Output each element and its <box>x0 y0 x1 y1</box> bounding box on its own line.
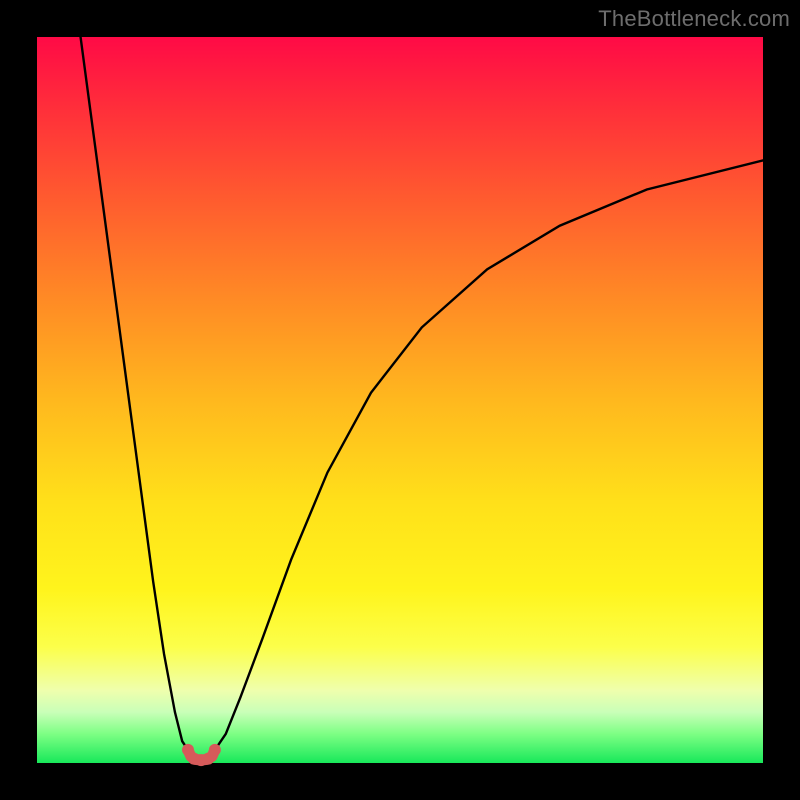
plot-area <box>37 37 763 763</box>
curve-right-arm <box>215 160 763 750</box>
curve-markers <box>182 744 221 766</box>
curve-left-arm <box>81 37 188 750</box>
curve-svg <box>37 37 763 763</box>
chart-frame: TheBottleneck.com <box>0 0 800 800</box>
watermark-text: TheBottleneck.com <box>598 6 790 32</box>
curve-marker <box>209 744 221 756</box>
